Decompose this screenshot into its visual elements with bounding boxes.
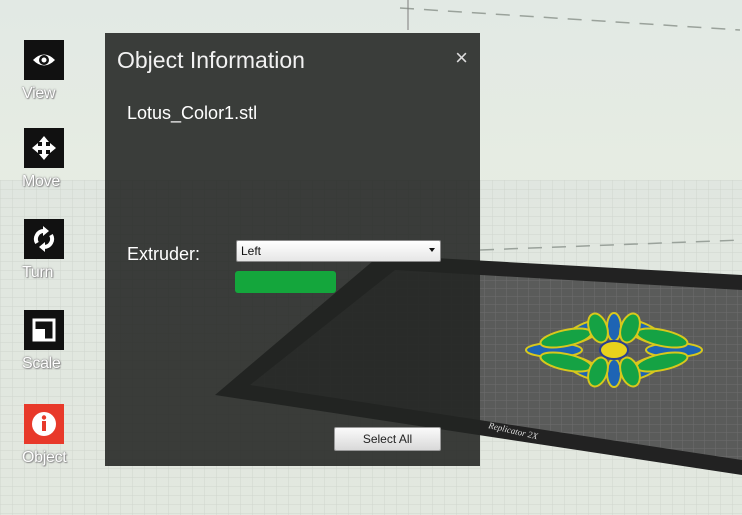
extruder-select[interactable]: Left bbox=[236, 240, 441, 262]
move-button[interactable] bbox=[24, 128, 64, 168]
turn-label: Turn bbox=[22, 264, 54, 281]
object-information-panel: Object Information × Lotus_Color1.stl Ex… bbox=[105, 33, 480, 466]
object-button[interactable] bbox=[24, 404, 64, 444]
object-filename: Lotus_Color1.stl bbox=[127, 103, 258, 123]
toolbar-object[interactable]: Object bbox=[22, 404, 88, 467]
select-all-button[interactable]: Select All bbox=[334, 427, 441, 451]
rotate-icon bbox=[33, 226, 55, 252]
toolbar-turn[interactable]: Turn bbox=[22, 219, 88, 282]
scale-button[interactable] bbox=[24, 310, 64, 350]
toolbar-move[interactable]: Move bbox=[22, 128, 88, 191]
close-icon[interactable]: × bbox=[455, 47, 468, 69]
move-label: Move bbox=[22, 173, 60, 190]
extruder-label: Extruder: bbox=[127, 244, 201, 264]
view-label: View bbox=[22, 85, 56, 102]
info-icon bbox=[32, 412, 56, 436]
toolbar-scale[interactable]: Scale bbox=[22, 310, 88, 373]
scale-label: Scale bbox=[22, 355, 61, 372]
toolbar-view[interactable]: View bbox=[22, 40, 88, 103]
turn-button[interactable] bbox=[24, 219, 64, 259]
eye-icon bbox=[33, 54, 55, 66]
panel-title: Object Information bbox=[117, 47, 305, 73]
move-arrows-icon bbox=[32, 136, 56, 160]
chevron-down-icon bbox=[429, 248, 435, 252]
object-label: Object bbox=[22, 449, 67, 466]
scale-icon bbox=[32, 318, 56, 342]
extruder-color-swatch[interactable] bbox=[235, 271, 336, 293]
extruder-select-value: Left bbox=[241, 244, 262, 258]
view-button[interactable] bbox=[24, 40, 64, 80]
